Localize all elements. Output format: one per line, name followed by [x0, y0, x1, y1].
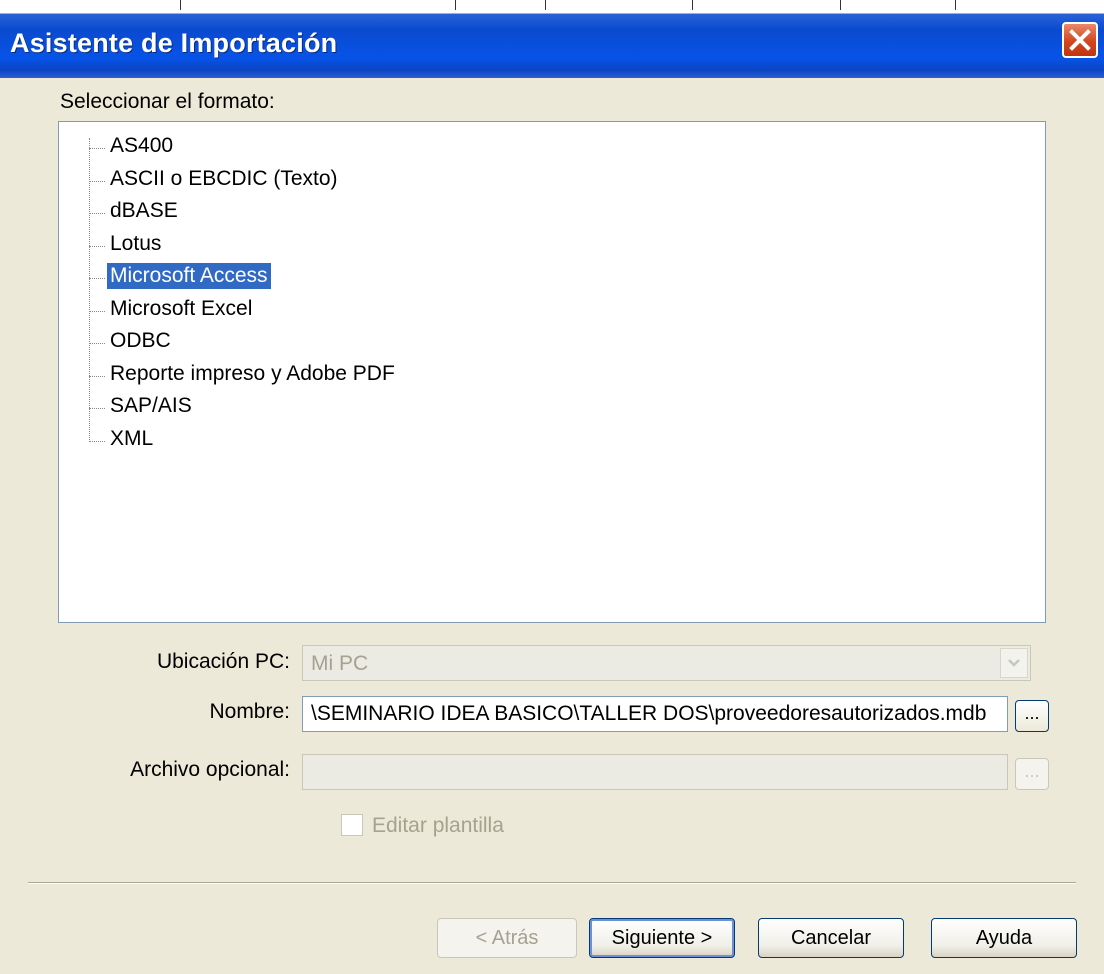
tick-mark — [180, 0, 181, 10]
tree-item-label: XML — [110, 426, 154, 450]
cancel-button[interactable]: Cancelar — [758, 918, 904, 958]
format-label: Seleccionar el formato: — [60, 90, 275, 113]
tick-mark — [692, 0, 693, 10]
tree-connector — [89, 408, 105, 409]
tree-item-label: ASCII o EBCDIC (Texto) — [110, 166, 338, 190]
tree-item[interactable]: Microsoft Access — [59, 262, 1045, 292]
tree-connector — [89, 148, 105, 149]
tree-item[interactable]: Microsoft Excel — [59, 295, 1045, 325]
tree-item-label: AS400 — [110, 134, 174, 157]
tree-connector — [89, 343, 105, 344]
tree-item[interactable]: ODBC — [59, 327, 1045, 357]
tree-connector — [89, 278, 105, 279]
tree-item-label: Microsoft Excel — [110, 296, 253, 320]
tree-connector — [89, 310, 105, 312]
optional-file-field[interactable] — [302, 754, 1008, 790]
tree-item-label: SAP/AIS — [110, 394, 192, 417]
location-dropdown-button[interactable] — [1000, 648, 1028, 678]
tree-connector — [89, 440, 105, 442]
tree-connector — [89, 213, 105, 214]
next-button[interactable]: Siguiente > — [589, 918, 735, 958]
window-title: Asistente de Importación — [10, 28, 338, 58]
tree-item-label: Microsoft Access — [107, 263, 271, 289]
back-button[interactable]: < Atrás — [437, 918, 577, 958]
tree-item[interactable]: ASCII o EBCDIC (Texto) — [59, 165, 1045, 195]
optional-file-label: Archivo opcional: — [130, 758, 290, 781]
tree-item[interactable]: SAP/AIS — [59, 392, 1045, 422]
tree-item[interactable]: Reporte impreso y Adobe PDF — [59, 360, 1045, 390]
tree-item[interactable]: AS400 — [59, 132, 1045, 162]
tree-item-label: Reporte impreso y Adobe PDF — [110, 361, 395, 385]
tick-mark — [840, 0, 841, 10]
tree-item-label: dBASE — [110, 199, 178, 222]
tree-connector — [89, 245, 105, 247]
tick-mark — [455, 0, 456, 10]
location-label: Ubicación PC: — [156, 650, 290, 673]
edit-template-checkbox[interactable] — [341, 814, 363, 836]
tree-item[interactable]: Lotus — [59, 230, 1045, 260]
format-tree[interactable]: AS400 ASCII o EBCDIC (Texto) dBASE Lotus Mic… — [58, 121, 1046, 623]
close-button[interactable] — [1062, 22, 1098, 58]
tree-item-label: ODBC — [110, 329, 171, 352]
import-wizard-dialog: Asistente de Importación Seleccionar el … — [0, 0, 1104, 974]
name-field[interactable]: \SEMINARIO IDEA BASICO\TALLER DOS\provee… — [302, 696, 1008, 732]
tree-item[interactable]: XML — [59, 425, 1045, 455]
help-button[interactable]: Ayuda — [931, 918, 1077, 958]
location-value: Mi PC — [311, 652, 369, 675]
tree-connector — [89, 375, 105, 377]
tree-item-label: Lotus — [110, 231, 162, 255]
tick-mark — [955, 0, 956, 10]
tree-item[interactable]: dBASE — [59, 197, 1045, 227]
title-bar[interactable]: Asistente de Importación — [0, 0, 1104, 78]
chevron-down-icon — [1008, 659, 1020, 667]
location-combo[interactable]: Mi PC — [302, 645, 1031, 681]
name-label: Nombre: — [209, 700, 290, 723]
separator — [28, 882, 1076, 884]
tick-mark — [545, 0, 546, 10]
edit-template-label: Editar plantilla — [372, 814, 504, 837]
close-icon — [1069, 29, 1091, 51]
name-value: \SEMINARIO IDEA BASICO\TALLER DOS\provee… — [311, 702, 987, 725]
optional-file-browse-button[interactable]: ... — [1015, 758, 1049, 790]
tree-connector — [89, 180, 105, 182]
name-browse-button[interactable]: ... — [1015, 700, 1049, 732]
